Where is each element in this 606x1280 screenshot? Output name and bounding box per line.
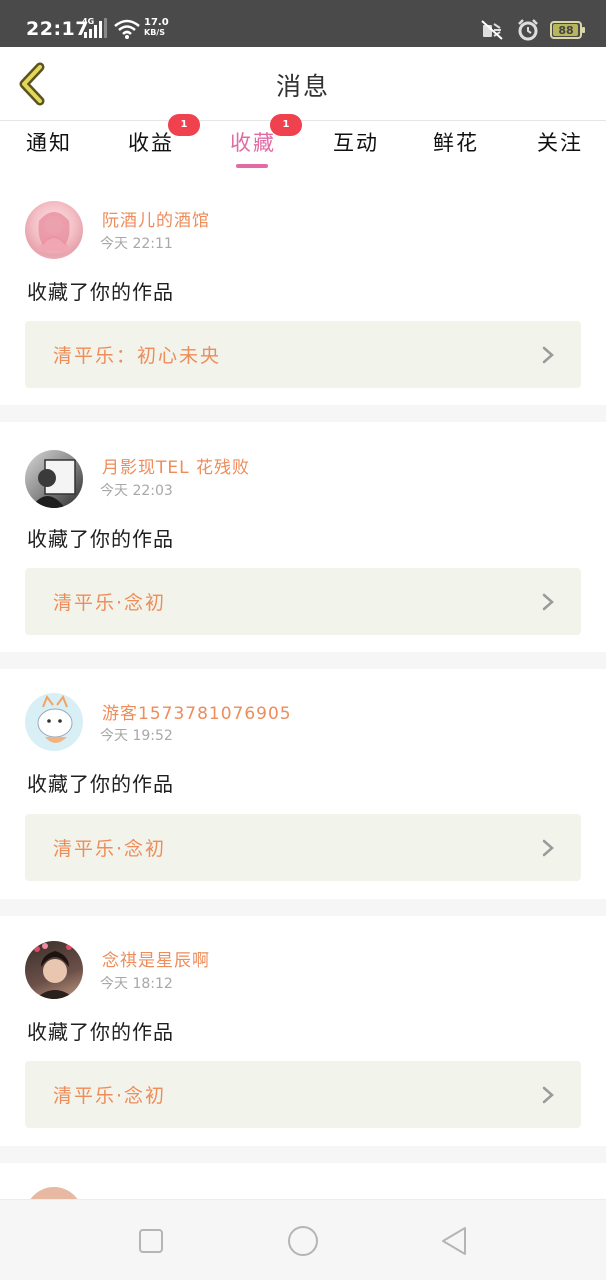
work-title: 清平乐：初心未央	[53, 345, 222, 367]
avatar[interactable]	[25, 693, 83, 751]
action-text: 收藏了你的作品	[27, 527, 174, 551]
recent-apps-icon[interactable]	[134, 1224, 168, 1258]
action-text: 收藏了你的作品	[27, 772, 174, 796]
username[interactable]: 阮酒儿的酒馆	[102, 206, 210, 231]
status-icons: 88	[480, 17, 585, 43]
timestamp: 今天 22:11	[100, 236, 173, 252]
system-nav-bar	[0, 1199, 606, 1280]
tab-flowers[interactable]: 鲜花	[433, 127, 479, 157]
tab-earnings[interactable]: 收益	[128, 127, 174, 157]
avatar[interactable]	[25, 941, 83, 999]
work-title: 清平乐·念初	[53, 1085, 167, 1107]
status-bar: 22:17 4G 17.0 KB/S 88	[0, 0, 606, 47]
timestamp: 今天 18:12	[100, 976, 173, 992]
chevron-right-icon	[542, 346, 554, 364]
notification-card: 月影现TEL 花残败 今天 22:03 收藏了你的作品 清平乐·念初	[0, 422, 606, 652]
timestamp: 今天 19:52	[100, 728, 173, 744]
timestamp: 今天 22:03	[100, 483, 173, 499]
action-text: 收藏了你的作品	[27, 280, 174, 304]
work-title: 清平乐·念初	[53, 838, 167, 860]
tab-following[interactable]: 关注	[537, 127, 583, 157]
header: 消息	[0, 47, 606, 121]
work-link[interactable]: 清平乐·念初	[25, 814, 581, 881]
action-text: 收藏了你的作品	[27, 1020, 174, 1044]
mute-icon	[481, 20, 503, 40]
earnings-badge: 1	[168, 114, 200, 136]
home-icon[interactable]	[286, 1224, 320, 1258]
work-link[interactable]: 清平乐：初心未央	[25, 321, 581, 388]
notification-card: 阮酒儿的酒馆 今天 22:11 收藏了你的作品 清平乐：初心未央	[0, 173, 606, 405]
notification-card: 游客1573781076905 今天 19:52 收藏了你的作品 清平乐·念初	[0, 669, 606, 899]
username[interactable]: 月影现TEL 花残败	[102, 453, 250, 478]
username[interactable]: 念祺是星辰啊	[102, 946, 210, 971]
network-type: 4G	[82, 17, 95, 26]
alarm-icon	[518, 19, 538, 41]
divider	[0, 899, 606, 916]
tab-bar: 通知 收益 1 收藏 1 互动 鲜花 关注	[0, 114, 606, 173]
status-time: 22:17	[26, 18, 89, 40]
network-speed: 17.0 KB/S	[144, 17, 169, 38]
back-triangle-icon[interactable]	[438, 1224, 472, 1258]
wifi-icon	[114, 19, 140, 39]
divider	[0, 652, 606, 669]
battery-icon: 88	[550, 21, 585, 39]
active-tab-indicator	[236, 164, 268, 168]
tab-interactions[interactable]: 互动	[333, 127, 379, 157]
chevron-right-icon	[542, 1086, 554, 1104]
divider	[0, 1146, 606, 1163]
work-link[interactable]: 清平乐·念初	[25, 1061, 581, 1128]
notification-card: 念祺是星辰啊 今天 18:12 收藏了你的作品 清平乐·念初	[0, 916, 606, 1146]
notification-card	[0, 1163, 606, 1203]
avatar[interactable]	[25, 201, 83, 259]
work-link[interactable]: 清平乐·念初	[25, 568, 581, 635]
favorites-badge: 1	[270, 114, 302, 136]
signal-icon: 4G	[82, 17, 110, 40]
username[interactable]: 游客1573781076905	[102, 699, 292, 724]
chevron-right-icon	[542, 839, 554, 857]
avatar[interactable]	[25, 450, 83, 508]
battery-level: 88	[558, 23, 574, 37]
tab-notifications[interactable]: 通知	[26, 127, 72, 157]
work-title: 清平乐·念初	[53, 592, 167, 614]
tab-favorites[interactable]: 收藏	[230, 127, 276, 157]
divider	[0, 405, 606, 422]
chevron-right-icon	[542, 593, 554, 611]
page-title: 消息	[275, 72, 330, 101]
